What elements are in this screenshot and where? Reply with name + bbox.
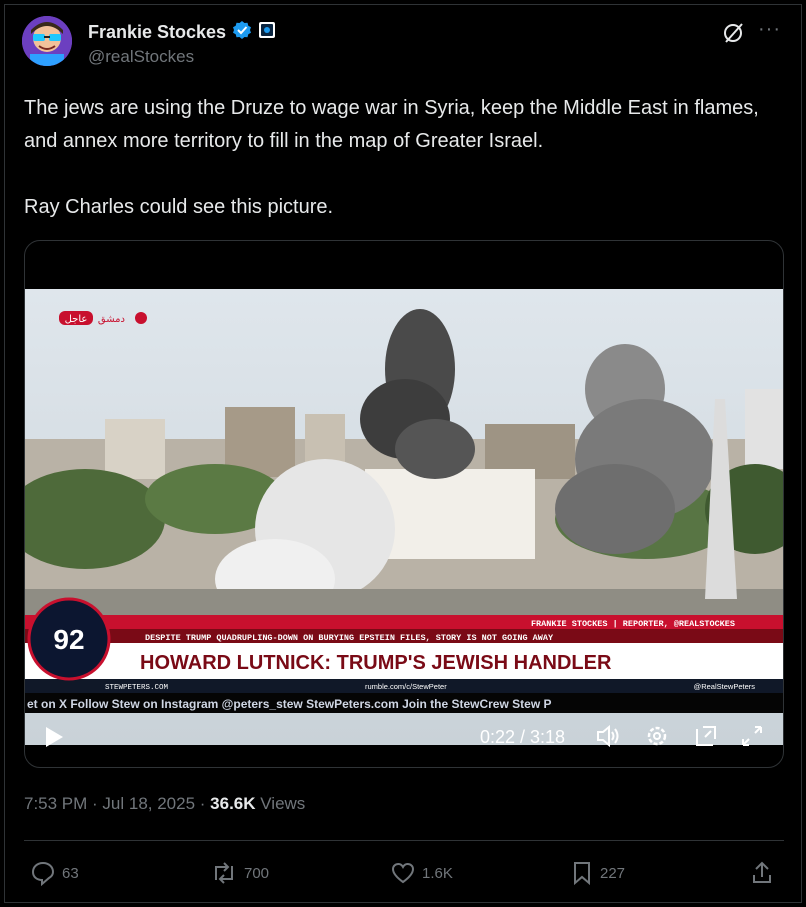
like-button[interactable]: 1.6K [390, 860, 453, 886]
video-frame[interactable]: دمشق عاجل FRANKIE STOCKES | REPORTER, @R… [25, 289, 783, 745]
footer-mid: rumble.com/c/StewPeter [365, 682, 447, 691]
tweet-paragraph-1: The jews are using the Druze to wage war… [24, 97, 759, 152]
corner-city: دمشق [98, 314, 125, 325]
like-count: 1.6K [422, 864, 453, 882]
reply-icon [31, 861, 55, 886]
views-label: Views [255, 794, 306, 813]
play-icon[interactable] [43, 725, 65, 754]
reply-button[interactable]: 63 [30, 860, 79, 886]
reply-count: 63 [62, 864, 79, 882]
video-player[interactable]: دمشق عاجل FRANKIE STOCKES | REPORTER, @R… [24, 240, 784, 768]
divider [24, 840, 784, 841]
more-options-icon[interactable]: ··· [758, 18, 781, 41]
avatar[interactable] [22, 16, 72, 66]
repost-icon [215, 862, 233, 884]
banner-top: FRANKIE STOCKES | REPORTER, @REALSTOCKES [531, 619, 735, 629]
author-name[interactable]: Frankie Stockes [88, 22, 226, 43]
repost-count: 700 [244, 864, 270, 882]
pip-icon[interactable] [693, 723, 719, 754]
verified-badge-icon [232, 20, 252, 45]
bookmark-button[interactable]: 227 [570, 860, 625, 886]
bookmark-count: 227 [600, 864, 626, 882]
grok-icon[interactable] [722, 22, 744, 44]
video-time: 0:22 / 3:18 [480, 727, 566, 747]
author-handle[interactable]: @realStockes [88, 47, 194, 67]
post-time[interactable]: 7:53 PM · Jul 18, 2025 · [24, 794, 210, 813]
corner-tag: عاجل [65, 314, 88, 325]
tweet-text: The jews are using the Druze to wage war… [24, 92, 784, 224]
action-bar: 63 700 1.6K 227 [24, 860, 784, 890]
footer-left: STEWPETERS.COM [105, 684, 169, 692]
settings-gear-icon[interactable] [644, 723, 670, 754]
fullscreen-icon[interactable] [739, 723, 765, 754]
share-icon [753, 861, 771, 883]
footer-right: @RealStewPeters [694, 682, 756, 691]
tweet-paragraph-2: Ray Charles could see this picture. [24, 196, 334, 218]
volume-icon[interactable] [595, 723, 621, 754]
headline: HOWARD LUTNICK: TRUMP'S JEWISH HANDLER [140, 652, 612, 674]
share-button[interactable] [750, 860, 774, 886]
heart-icon [391, 862, 415, 884]
views-count: 36.6K [210, 794, 256, 813]
subheadline: DESPITE TRUMP QUADRUPLING-DOWN ON BURYIN… [145, 633, 554, 643]
ticker: et on X Follow Stew on Instagram @peters… [27, 697, 552, 711]
channel-logo: 92 [53, 624, 84, 655]
repost-button[interactable]: 700 [210, 860, 269, 886]
bookmark-icon [574, 862, 590, 886]
tweet-timestamp[interactable]: 7:53 PM · Jul 18, 2025 · 36.6K Views [24, 794, 305, 814]
affiliate-badge-icon [258, 21, 276, 44]
